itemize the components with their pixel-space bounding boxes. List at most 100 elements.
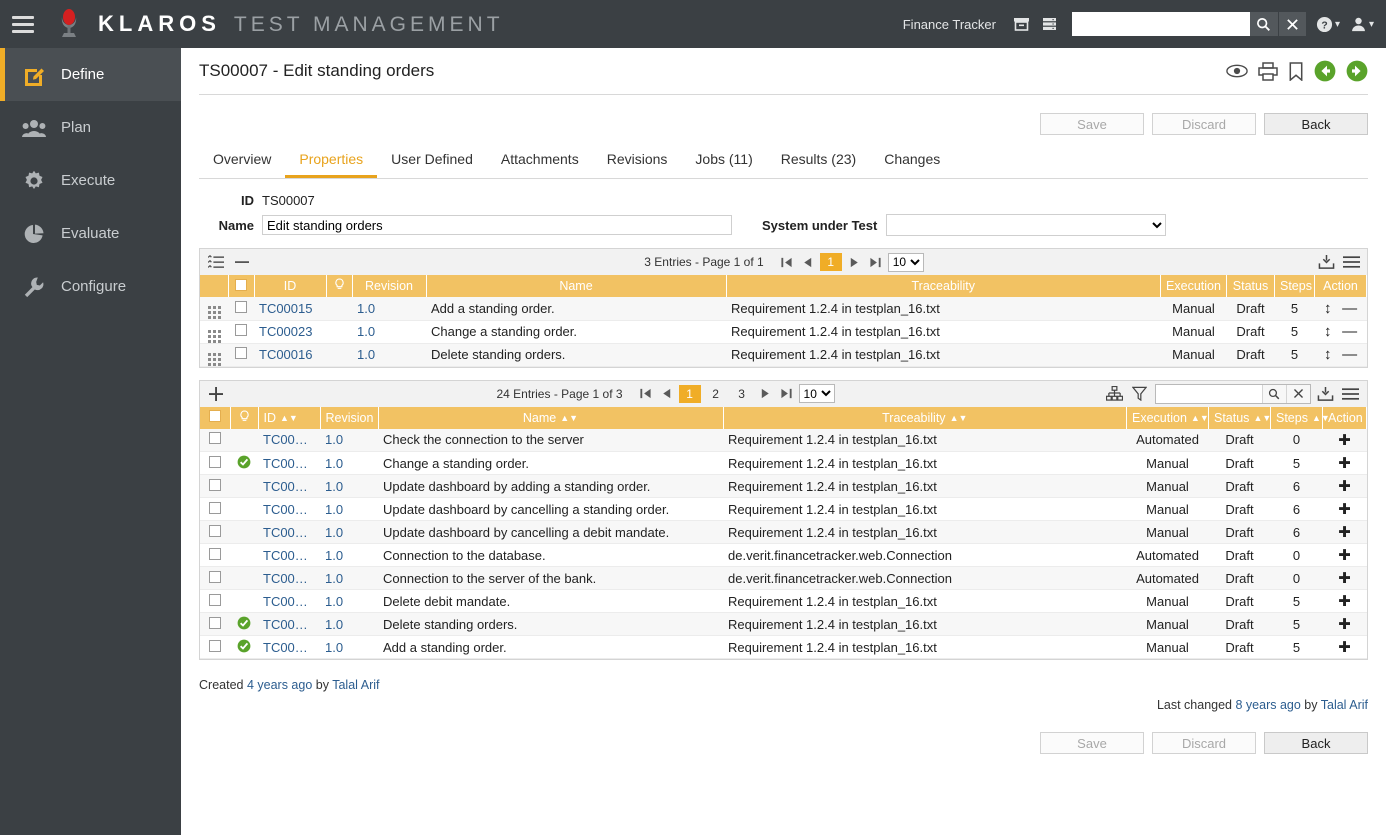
table-menu-icon[interactable] [1341, 252, 1361, 272]
col-execution[interactable]: Execution▲▼ [1127, 407, 1209, 429]
row-checkbox[interactable] [200, 567, 230, 590]
add-icon[interactable]: ✚ [1338, 501, 1351, 518]
back-button-bottom[interactable]: Back [1264, 732, 1368, 754]
save-button-top[interactable]: Save [1040, 113, 1144, 135]
col-id[interactable]: ID▲▼ [258, 407, 320, 429]
page-number-1[interactable]: 1 [679, 385, 701, 403]
row-id[interactable]: TC00024 [258, 429, 320, 452]
col-name[interactable]: Name▲▼ [378, 407, 723, 429]
add-icon[interactable]: ✚ [1338, 639, 1351, 656]
prev-page-button[interactable] [799, 254, 816, 271]
table-row[interactable]: TC000241.0Check the connection to the se… [200, 429, 1367, 452]
select-all-checkbox[interactable] [235, 279, 247, 291]
add-icon[interactable]: ✚ [1338, 432, 1351, 449]
remove-icon[interactable]: — [1342, 300, 1357, 317]
last-page-button[interactable] [778, 385, 795, 402]
row-checkbox[interactable] [228, 320, 254, 343]
clear-icon[interactable] [1286, 385, 1310, 403]
col-revision[interactable]: Revision [320, 407, 378, 429]
row-checkbox[interactable] [200, 429, 230, 452]
row-id[interactable]: TC00015 [258, 636, 320, 659]
col-id[interactable]: ID [254, 275, 326, 297]
page-number-2[interactable]: 2 [705, 385, 727, 403]
table-row[interactable]: TC000161.0Delete standing orders.Require… [200, 613, 1367, 636]
print-icon[interactable] [1258, 62, 1278, 81]
col-traceability[interactable]: Traceability▲▼ [723, 407, 1127, 429]
reorder-icon[interactable]: ↕ [1324, 300, 1332, 317]
add-icon[interactable]: ✚ [1338, 616, 1351, 633]
tab-revisions[interactable]: Revisions [593, 145, 682, 178]
row-checkbox[interactable] [200, 544, 230, 567]
tab-attachments[interactable]: Attachments [487, 145, 593, 178]
row-checkbox[interactable] [200, 498, 230, 521]
row-id[interactable]: TC00023 [258, 452, 320, 475]
col-select-all[interactable] [228, 275, 254, 297]
changed-when-link[interactable]: 8 years ago [1235, 698, 1300, 712]
col-steps[interactable]: Steps [1275, 275, 1315, 297]
created-when-link[interactable]: 4 years ago [247, 678, 312, 692]
table-row[interactable]: TC00016 1.0 Delete standing orders. Requ… [200, 343, 1367, 366]
table-row[interactable]: TC00015 1.0 Add a standing order. Requir… [200, 297, 1367, 320]
changed-by-link[interactable]: Talal Arif [1321, 698, 1368, 712]
list-settings-icon[interactable] [206, 252, 226, 272]
select-all-checkbox[interactable] [209, 410, 221, 422]
name-input[interactable] [262, 215, 732, 235]
tab-changes[interactable]: Changes [870, 145, 954, 178]
row-checkbox[interactable] [200, 521, 230, 544]
sidebar-item-execute[interactable]: Execute [0, 154, 181, 207]
table-row[interactable]: TC000181.0Connection to the server of th… [200, 567, 1367, 590]
row-checkbox[interactable] [228, 343, 254, 366]
row-checkbox[interactable] [200, 590, 230, 613]
col-name[interactable]: Name [426, 275, 726, 297]
prev-arrow-icon[interactable] [1314, 60, 1336, 82]
page-number-1[interactable]: 1 [820, 253, 842, 271]
next-page-button[interactable] [846, 254, 863, 271]
next-arrow-icon[interactable] [1346, 60, 1368, 82]
row-checkbox[interactable] [200, 475, 230, 498]
table-row[interactable]: TC000201.0Update dashboard by cancelling… [200, 521, 1367, 544]
system-under-test-select[interactable] [886, 214, 1166, 236]
search-icon[interactable] [1250, 12, 1278, 36]
col-execution[interactable]: Execution [1161, 275, 1227, 297]
col-status[interactable]: Status [1227, 275, 1275, 297]
col-steps[interactable]: Steps▲▼ [1271, 407, 1323, 429]
database-icon[interactable] [1036, 9, 1064, 39]
table-row[interactable]: TC000171.0Delete debit mandate.Requireme… [200, 590, 1367, 613]
first-page-button[interactable] [637, 385, 654, 402]
row-id[interactable]: TC00023 [254, 320, 326, 343]
row-id[interactable]: TC00017 [258, 590, 320, 613]
row-id[interactable]: TC00021 [258, 498, 320, 521]
add-icon[interactable]: ✚ [1338, 570, 1351, 587]
row-checkbox[interactable] [200, 613, 230, 636]
sidebar-item-evaluate[interactable]: Evaluate [0, 207, 181, 260]
table-row[interactable]: TC000221.0Update dashboard by adding a s… [200, 475, 1367, 498]
page-number-3[interactable]: 3 [731, 385, 753, 403]
filter-icon[interactable] [1130, 384, 1150, 404]
help-menu[interactable]: ? ▾ [1316, 16, 1340, 33]
eye-icon[interactable] [1226, 63, 1248, 79]
drag-handle[interactable] [200, 320, 228, 343]
export-icon[interactable] [1316, 252, 1336, 272]
first-page-button[interactable] [778, 254, 795, 271]
hierarchy-icon[interactable] [1105, 384, 1125, 404]
user-menu[interactable]: ▾ [1350, 16, 1374, 33]
next-page-button[interactable] [757, 385, 774, 402]
row-id[interactable]: TC00019 [258, 544, 320, 567]
row-id[interactable]: TC00020 [258, 521, 320, 544]
remove-icon[interactable]: — [1342, 323, 1357, 340]
search-input[interactable] [1072, 12, 1250, 36]
assigned-page-size-select[interactable]: 10 [888, 253, 924, 272]
table-row[interactable]: TC00023 1.0 Change a standing order. Req… [200, 320, 1367, 343]
col-select-all[interactable] [200, 407, 230, 429]
col-traceability[interactable]: Traceability [726, 275, 1161, 297]
tab-properties[interactable]: Properties [285, 145, 377, 178]
sidebar-item-plan[interactable]: Plan [0, 101, 181, 154]
table-row[interactable]: TC000151.0Add a standing order.Requireme… [200, 636, 1367, 659]
discard-button-bottom[interactable]: Discard [1152, 732, 1256, 754]
tab-jobs[interactable]: Jobs (11) [681, 145, 766, 178]
hamburger-icon[interactable] [0, 16, 46, 33]
reorder-icon[interactable]: ↕ [1324, 346, 1332, 363]
row-id[interactable]: TC00016 [254, 343, 326, 366]
table-row[interactable]: TC000231.0Change a standing order.Requir… [200, 452, 1367, 475]
add-icon[interactable]: ✚ [1338, 547, 1351, 564]
